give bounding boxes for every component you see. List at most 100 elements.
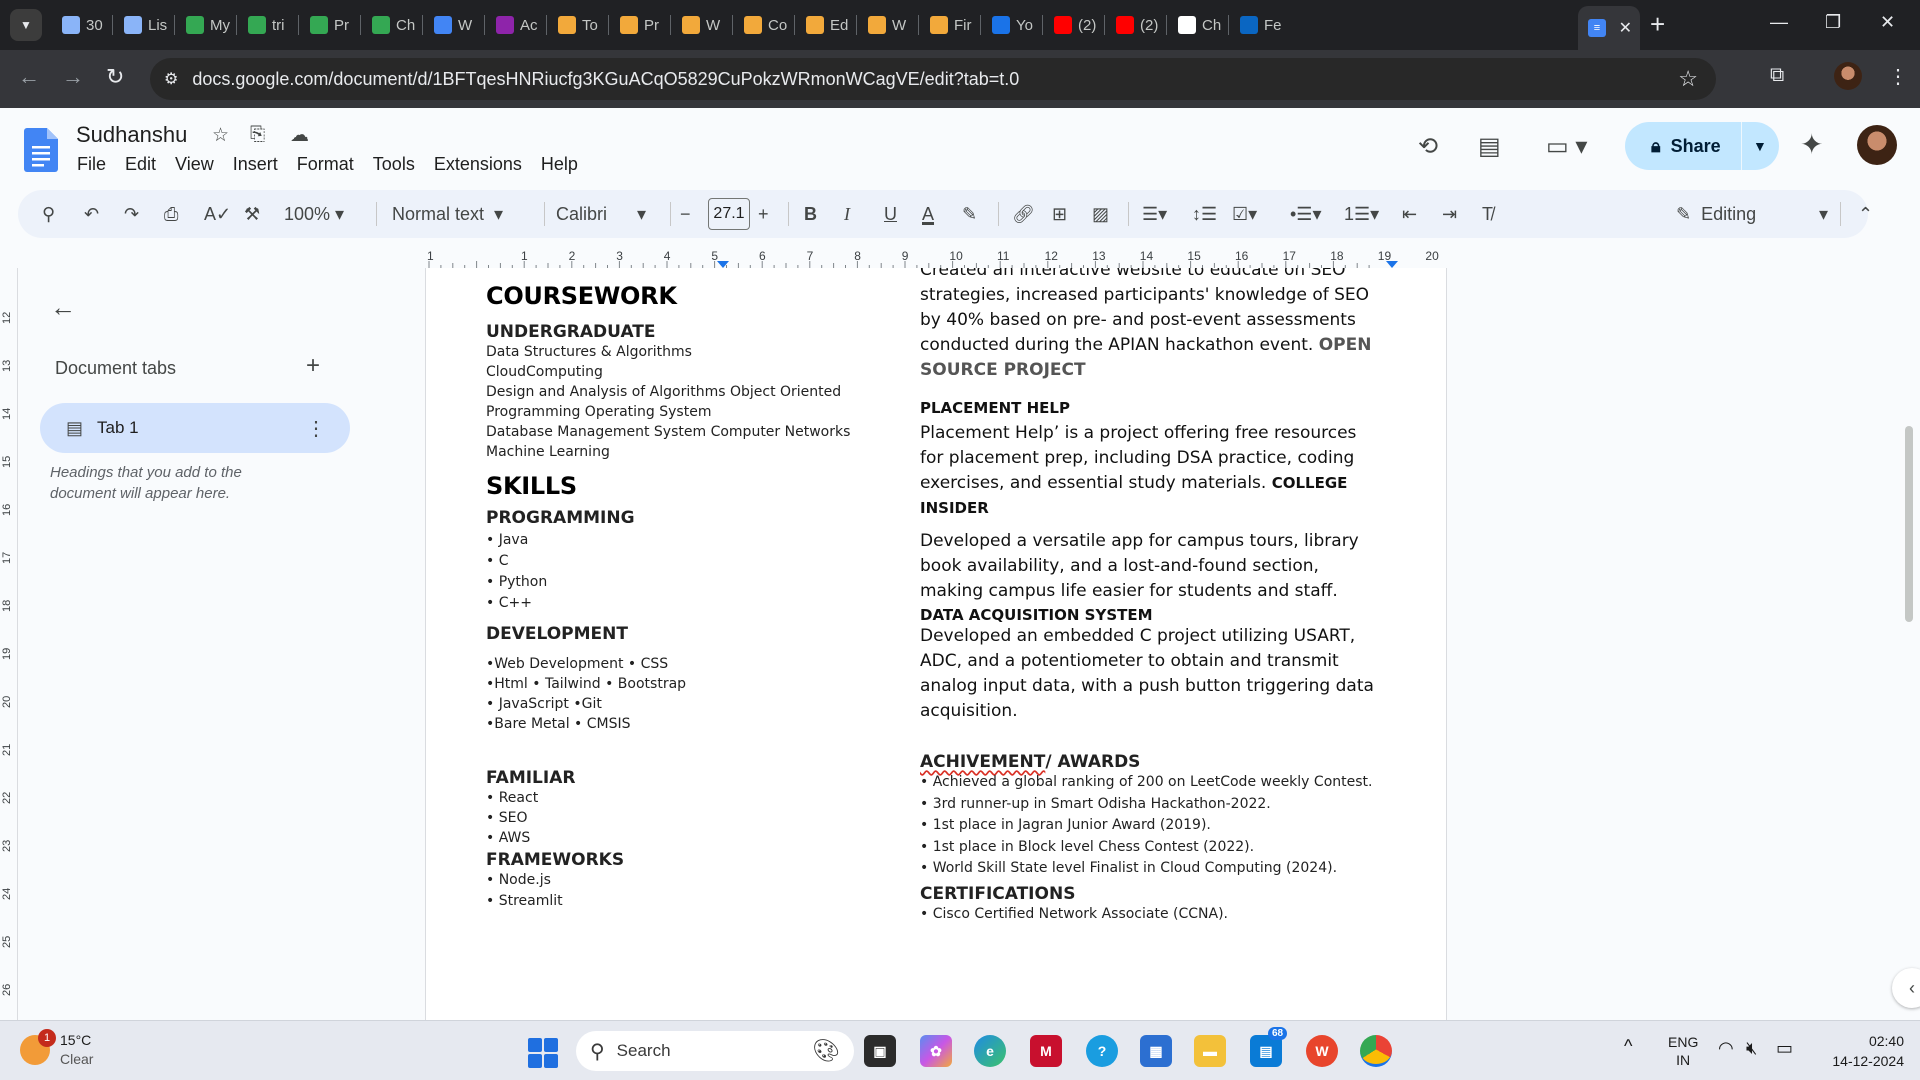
browser-tab[interactable]: Fir <box>920 8 978 42</box>
menu-view[interactable]: View <box>175 154 214 175</box>
insert-link-icon[interactable]: 🔗︎ <box>1012 202 1035 226</box>
back-button[interactable]: ← <box>18 64 40 90</box>
share-dropdown-icon[interactable]: ▼ <box>1753 138 1767 154</box>
clear-formatting-icon[interactable]: T̸ <box>1482 202 1493 226</box>
sidebar-tab-1[interactable]: ▤ Tab 1 ⋮ <box>40 403 350 453</box>
mcafee-icon[interactable]: M <box>1030 1035 1062 1067</box>
browser-tab[interactable]: Co <box>734 8 792 42</box>
increase-indent-icon[interactable]: ⇥ <box>1442 202 1457 226</box>
edge-browser-icon[interactable]: e <box>974 1035 1006 1067</box>
menu-extensions[interactable]: Extensions <box>434 154 522 175</box>
browser-tab[interactable]: Fe <box>1230 8 1288 42</box>
paragraph-style-select[interactable]: Normal text ▾ <box>392 202 503 226</box>
taskbar-search[interactable]: ⚲ Search 🎨︎ <box>576 1031 854 1071</box>
browser-tab[interactable]: Pr <box>300 8 358 42</box>
language-indicator[interactable]: ENG IN <box>1668 1033 1698 1069</box>
meet-video-icon[interactable]: ▭ ▾ <box>1546 132 1587 161</box>
increase-font-size-icon[interactable]: + <box>758 202 769 226</box>
browser-tab[interactable]: Lis <box>114 8 172 42</box>
browser-tab[interactable]: Pr <box>610 8 668 42</box>
system-clock[interactable]: 02:40 14-12-2024 <box>1810 1031 1904 1071</box>
italic-icon[interactable]: I <box>844 202 850 226</box>
highlight-color-icon[interactable]: ✎ <box>962 202 977 226</box>
bookmark-star-icon[interactable]: ☆ <box>1678 66 1698 92</box>
menu-help[interactable]: Help <box>541 154 578 175</box>
add-comment-icon[interactable]: ⊞ <box>1052 202 1067 226</box>
editing-mode-select[interactable]: ✎ Editing ▾ <box>1658 198 1836 230</box>
file-explorer-icon[interactable]: ▬ <box>1194 1035 1226 1067</box>
tray-overflow-chevron-icon[interactable]: ^ <box>1624 1037 1632 1055</box>
star-icon[interactable]: ☆ <box>212 124 229 147</box>
restore-button[interactable]: ❐ <box>1825 12 1841 33</box>
tips-icon[interactable]: ? <box>1086 1035 1118 1067</box>
menu-insert[interactable]: Insert <box>233 154 278 175</box>
browser-tab[interactable]: Ac <box>486 8 544 42</box>
start-button[interactable] <box>528 1038 558 1068</box>
checklist-icon[interactable]: ☑▾ <box>1232 202 1257 226</box>
text-color-icon[interactable]: A <box>922 202 934 226</box>
font-size-input[interactable]: 27.1 <box>708 198 750 230</box>
underline-icon[interactable]: U <box>884 202 897 226</box>
browser-tab[interactable]: (2) <box>1044 8 1102 42</box>
browser-tab[interactable]: To <box>548 8 606 42</box>
tab-more-options-icon[interactable]: ⋮ <box>306 416 326 441</box>
chrome-taskbar-icon[interactable] <box>1360 1035 1392 1067</box>
tab-search-button[interactable]: ▼ <box>10 9 42 41</box>
add-tab-button[interactable]: + <box>306 352 320 380</box>
show-side-panel-chevron-icon[interactable]: ‹ <box>1892 968 1920 1008</box>
browser-tab[interactable]: tri <box>238 8 296 42</box>
profile-avatar[interactable] <box>1834 62 1862 90</box>
wifi-icon[interactable]: ◠ <box>1718 1039 1734 1057</box>
close-sidebar-arrow-icon[interactable]: ← <box>50 292 76 323</box>
extensions-icon[interactable]: ⧉ <box>1770 64 1784 87</box>
minimize-button[interactable]: — <box>1770 12 1788 33</box>
cloud-status-icon[interactable]: ☁ <box>290 124 309 147</box>
browser-tab[interactable]: W <box>424 8 482 42</box>
gemini-sparkle-icon[interactable]: ✦ <box>1800 128 1823 161</box>
browser-tab[interactable]: W <box>858 8 916 42</box>
reload-button[interactable]: ↻ <box>106 64 124 90</box>
copilot-icon[interactable]: ✿ <box>920 1035 952 1067</box>
hide-menus-icon[interactable]: ⌃ <box>1858 202 1873 226</box>
menu-tools[interactable]: Tools <box>373 154 415 175</box>
menu-edit[interactable]: Edit <box>125 154 156 175</box>
right-indent-marker[interactable] <box>1386 261 1398 268</box>
battery-icon[interactable]: ▭ <box>1776 1039 1793 1057</box>
tab-active-docs[interactable]: ≡ ✕ <box>1578 6 1640 50</box>
undo-icon[interactable]: ↶ <box>84 202 99 226</box>
store-icon[interactable]: ▦ <box>1140 1035 1172 1067</box>
weather-widget[interactable]: 1 15°C Clear <box>20 1029 93 1069</box>
browser-tab[interactable]: 30 <box>52 8 110 42</box>
share-button[interactable]: 🔒︎ Share ▼ <box>1625 122 1779 170</box>
close-window-button[interactable]: ✕ <box>1880 12 1895 33</box>
chrome-menu-icon[interactable]: ⋮ <box>1888 64 1908 89</box>
browser-tab[interactable]: Ch <box>362 8 420 42</box>
spellcheck-icon[interactable]: A✓ <box>204 202 231 226</box>
paint-format-icon[interactable]: ⚒ <box>244 202 260 226</box>
move-folder-icon[interactable]: ⎘ <box>250 124 265 146</box>
search-menus-icon[interactable]: ⚲ <box>42 202 55 226</box>
achievement-misspelled-word[interactable]: ACHIVEMENT <box>920 752 1045 772</box>
browser-tab[interactable]: Ed <box>796 8 854 42</box>
microsoft-store-icon[interactable]: 68 ▤ <box>1250 1027 1288 1067</box>
browser-tab[interactable]: My <box>176 8 234 42</box>
document-page[interactable]: COURSEWORK UNDERGRADUATE Data Structures… <box>425 268 1447 1020</box>
account-avatar[interactable] <box>1857 125 1897 165</box>
numbered-list-icon[interactable]: 1☰▾ <box>1344 202 1379 226</box>
vertical-scrollbar[interactable] <box>1905 426 1913 622</box>
zoom-select[interactable]: 100% ▾ <box>284 202 344 226</box>
decrease-indent-icon[interactable]: ⇤ <box>1402 202 1417 226</box>
decrease-font-size-icon[interactable]: − <box>680 202 691 226</box>
address-bar[interactable]: ⚙ docs.google.com/document/d/1BFTqesHNRi… <box>150 58 1716 100</box>
bulleted-list-icon[interactable]: •☰▾ <box>1290 202 1321 226</box>
task-view-icon[interactable]: ▣ <box>864 1035 896 1067</box>
insert-image-icon[interactable]: ▨ <box>1092 202 1109 226</box>
redo-icon[interactable]: ↷ <box>124 202 139 226</box>
browser-tab[interactable]: Yo <box>982 8 1040 42</box>
menu-format[interactable]: Format <box>297 154 354 175</box>
wps-office-icon[interactable]: W <box>1306 1035 1338 1067</box>
menu-file[interactable]: File <box>77 154 106 175</box>
google-docs-logo-icon[interactable] <box>24 128 58 172</box>
align-menu-icon[interactable]: ☰▾ <box>1142 202 1167 226</box>
browser-tab[interactable]: Ch <box>1168 8 1226 42</box>
